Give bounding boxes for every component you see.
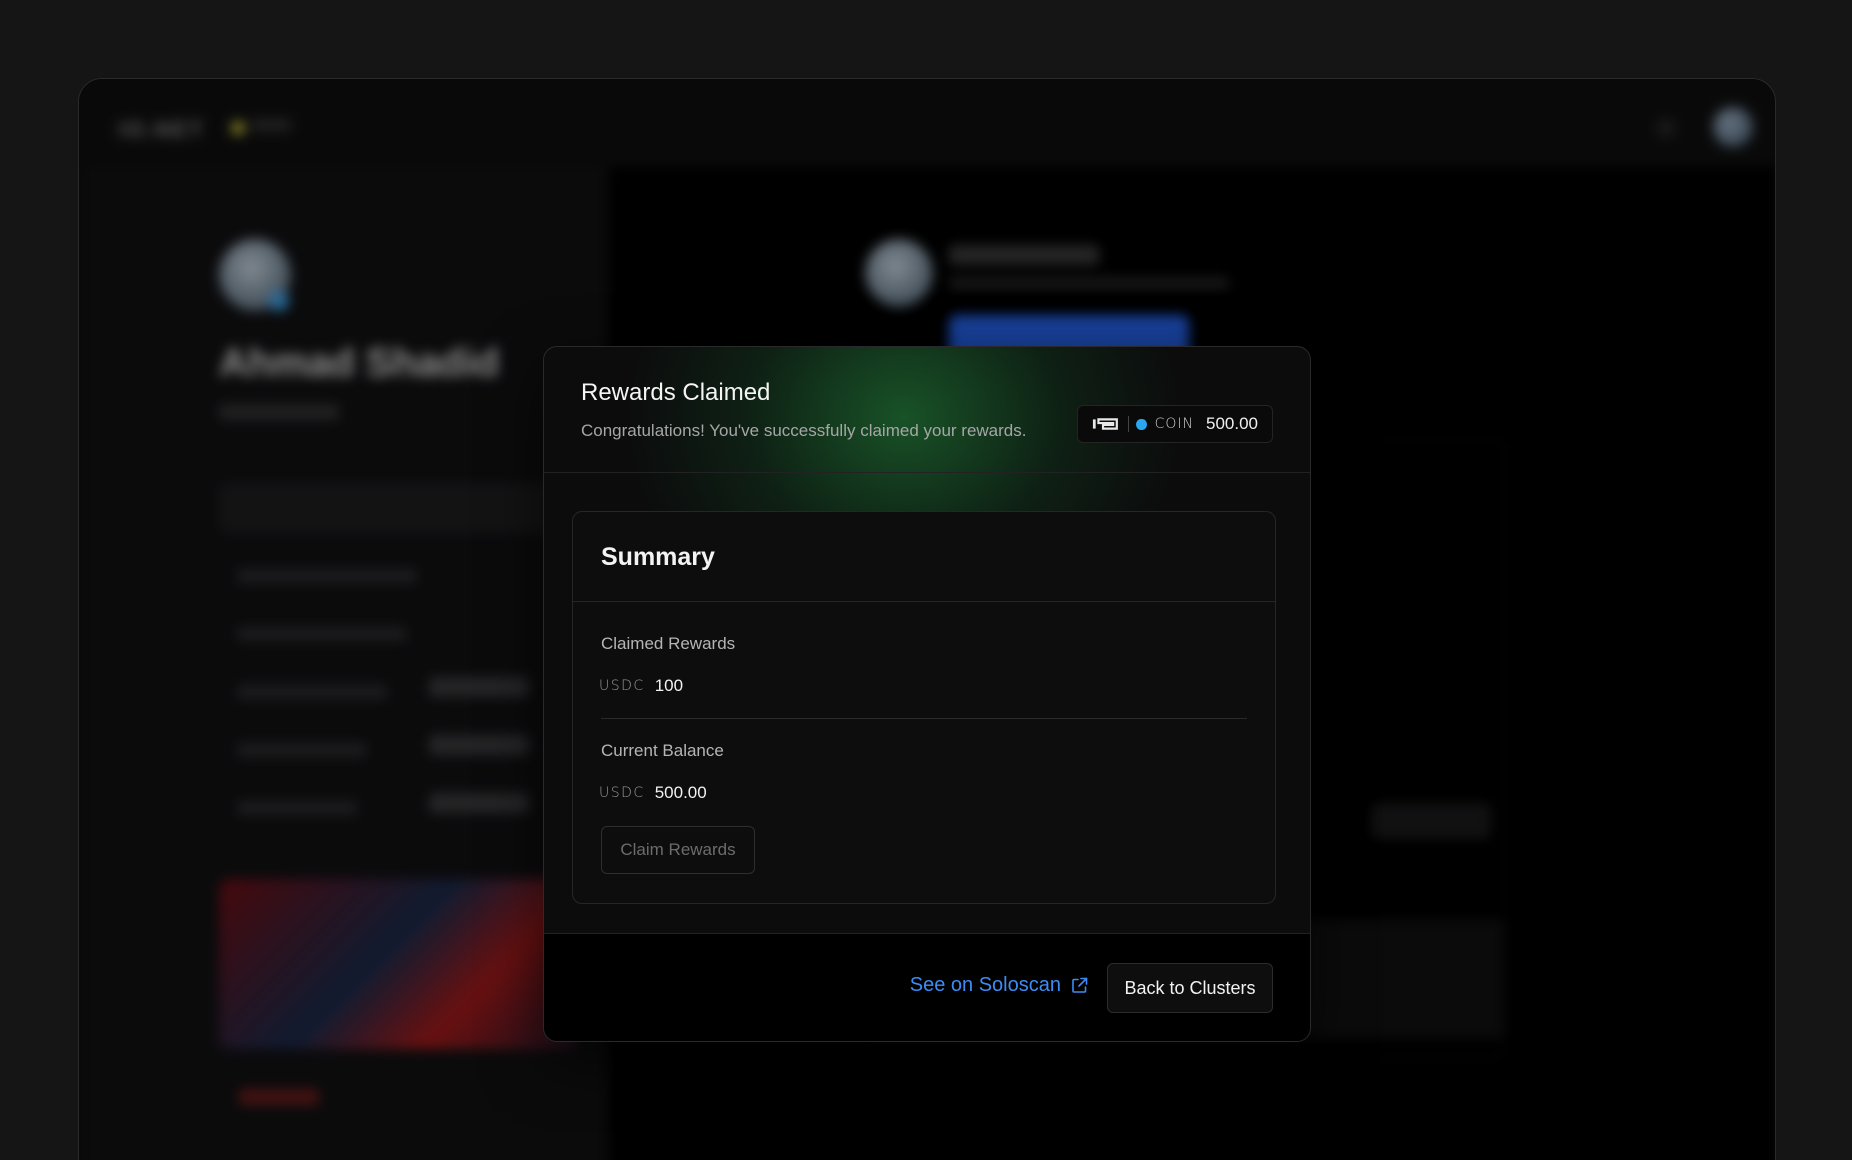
coin-currency-label: COIN xyxy=(1154,416,1194,432)
see-on-soloscan-link[interactable]: See on Soloscan xyxy=(910,974,1088,997)
claimed-rewards-label: Claimed Rewards xyxy=(601,634,736,653)
current-balance-amount: USDC 500.00 xyxy=(599,783,707,803)
coin-balance-chip: COIN 500.00 xyxy=(1077,405,1273,443)
summary-card: Summary Claimed Rewards USDC 100 Current… xyxy=(572,511,1276,904)
claimed-rewards-amount: USDC 100 xyxy=(599,676,683,696)
modal-body: Summary Claimed Rewards USDC 100 Current… xyxy=(544,473,1310,935)
usdc-currency-label: USDC xyxy=(599,785,645,801)
current-balance-value: 500.00 xyxy=(654,783,707,802)
coin-balance-value: 500.00 xyxy=(1206,414,1258,433)
coin-dot-icon xyxy=(1136,418,1147,430)
soloscan-link-label: See on Soloscan xyxy=(909,974,1061,996)
claim-rewards-button[interactable]: Claim Rewards xyxy=(601,826,755,874)
io-logo-icon xyxy=(1092,418,1118,430)
usdc-currency-label: USDC xyxy=(599,678,645,694)
modal-title: Rewards Claimed xyxy=(581,379,771,406)
back-to-clusters-button[interactable]: Back to Clusters xyxy=(1107,963,1273,1013)
modal-header: Rewards Claimed Congratulations! You've … xyxy=(544,347,1310,473)
modal-subtitle: Congratulations! You've successfully cla… xyxy=(581,421,1027,440)
chip-separator xyxy=(1127,416,1129,432)
screen: IO.NET Ahmad Shadid Rewards Claimed Cong… xyxy=(0,0,1852,1160)
rewards-claimed-modal: Rewards Claimed Congratulations! You've … xyxy=(543,346,1311,1042)
summary-title: Summary xyxy=(601,543,715,571)
modal-footer: See on Soloscan Back to Clusters xyxy=(544,933,1310,1041)
summary-divider xyxy=(601,718,1247,719)
summary-header: Summary xyxy=(573,512,1275,602)
claimed-rewards-value: 100 xyxy=(654,676,684,695)
current-balance-label: Current Balance xyxy=(601,741,724,760)
external-link-icon xyxy=(1072,977,1088,993)
